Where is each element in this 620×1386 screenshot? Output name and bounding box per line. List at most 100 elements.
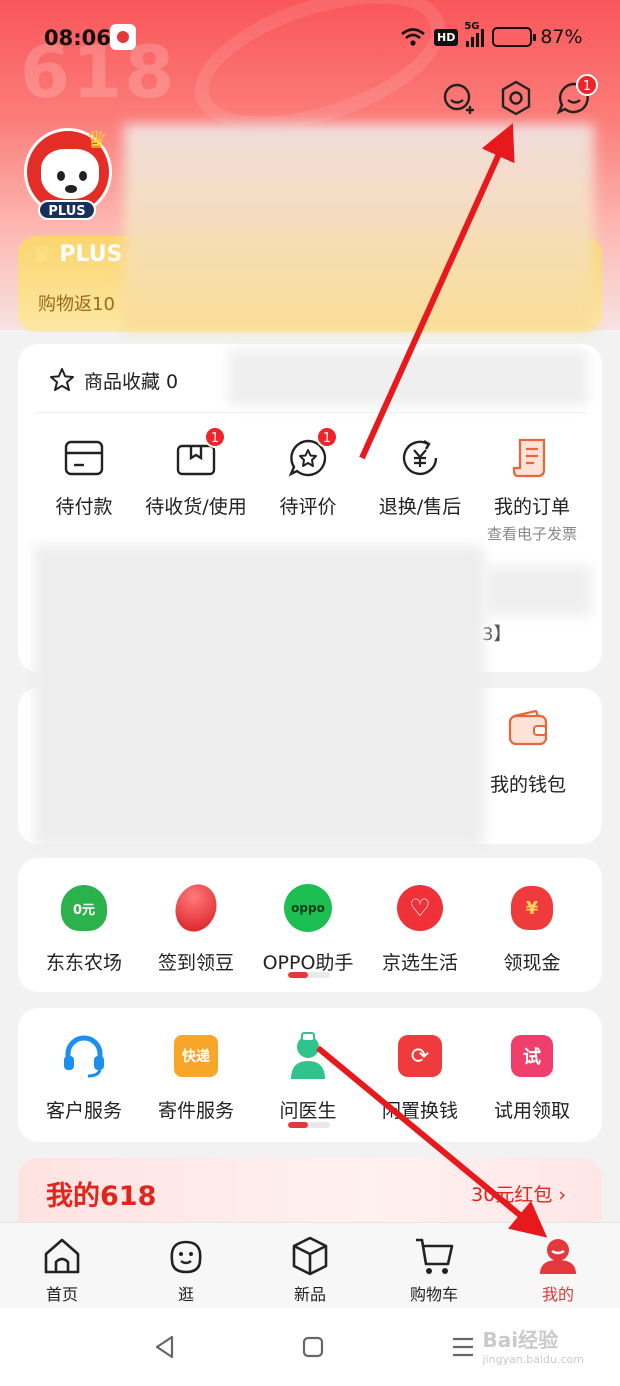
wifi-icon [401, 28, 425, 46]
services-row-1: 0元 东东农场 签到领豆 oppo OPPO助手 ♡ 京选生活 ¥ 领现金 [28, 878, 592, 975]
profile-icon [540, 1239, 576, 1274]
tab-label: 我的 [541, 1285, 574, 1304]
menu-icon[interactable] [450, 1336, 476, 1358]
messages-icon[interactable]: 1 [554, 74, 598, 118]
system-nav-bar: Bai经验 jingyan.baidu.com [0, 1308, 620, 1386]
service-label: 问医生 [279, 1100, 337, 1122]
doctor-icon [291, 1032, 325, 1079]
tab-cart[interactable]: 购物车 [372, 1223, 496, 1308]
service-label: 试用领取 [493, 1100, 570, 1122]
bean-icon [168, 878, 224, 938]
service-cash[interactable]: ¥ 领现金 [476, 880, 588, 975]
service-label: OPPO助手 [262, 952, 354, 974]
blurred-user-info [124, 124, 594, 330]
blurred-follow-stats [228, 350, 588, 406]
tab-label: 首页 [45, 1285, 78, 1304]
browse-icon [170, 1240, 202, 1274]
services-row-2: 客户服务 快递 寄件服务 问医生 ⟳ 闲置换钱 试 试用领取 [28, 1028, 592, 1123]
battery-percent: 87% [540, 26, 583, 48]
order-pending-review[interactable]: 1 待评价 [252, 426, 364, 544]
order-refund[interactable]: 退换/售后 [364, 430, 476, 544]
express-box-icon: 快递 [174, 1035, 218, 1077]
messages-badge: 1 [576, 74, 598, 96]
service-label: 闲置换钱 [381, 1100, 458, 1122]
network-type: 5G [464, 21, 480, 32]
service-label: 领现金 [503, 952, 561, 974]
my-618-title: 我的618 [46, 1181, 157, 1212]
refund-yen-icon [402, 439, 438, 476]
add-friend-icon[interactable] [440, 78, 480, 118]
wallet-card-icon [64, 440, 104, 476]
invoice-link[interactable]: 查看电子发票 [476, 523, 588, 544]
tab-label: 购物车 [409, 1285, 458, 1304]
my-618-section[interactable]: 我的618 30元红包 › [18, 1158, 602, 1228]
trial-icon: 试 [511, 1035, 553, 1077]
service-customer[interactable]: 客户服务 [28, 1028, 140, 1123]
order-label: 待评价 [279, 496, 337, 518]
status-bar: 08:06 HD 5G 87% [0, 0, 620, 76]
service-trial[interactable]: 试 试用领取 [476, 1028, 588, 1123]
battery-icon [492, 27, 537, 47]
order-pending-payment[interactable]: 待付款 [28, 430, 140, 544]
service-oppo[interactable]: oppo OPPO助手 [252, 880, 364, 975]
order-receipt-icon [512, 438, 546, 478]
order-label: 退换/售后 [378, 496, 462, 518]
heart-life-icon: ♡ [397, 885, 443, 931]
order-pending-receipt[interactable]: 1 待收货/使用 [140, 426, 252, 544]
order-all-orders[interactable]: 我的订单 查看电子发票 [476, 430, 588, 544]
tab-browse[interactable]: 逛 [124, 1223, 248, 1308]
hd-badge: HD [434, 28, 459, 46]
service-farm[interactable]: 0元 东东农场 [28, 880, 140, 975]
order-badge: 1 [316, 426, 338, 448]
plus-member-tag: PLUS [38, 200, 96, 220]
order-label: 待付款 [55, 496, 113, 518]
tab-new[interactable]: 新品 [248, 1223, 372, 1308]
card-divider [36, 412, 586, 413]
recycle-bag-icon: ⟳ [398, 1035, 442, 1077]
service-signin-bean[interactable]: 签到领豆 [140, 878, 252, 975]
tab-label: 逛 [177, 1285, 194, 1304]
oppo-icon: oppo [284, 884, 332, 932]
service-express[interactable]: 快递 寄件服务 [140, 1028, 252, 1123]
baidu-watermark: Bai经验 jingyan.baidu.com [482, 1328, 584, 1366]
red-packet-link[interactable]: 30元红包 › [471, 1180, 566, 1207]
status-time: 08:06 [44, 26, 111, 50]
favorites-label: 商品收藏 0 [84, 370, 179, 393]
tab-profile[interactable]: 我的 [496, 1223, 620, 1308]
back-icon[interactable] [152, 1334, 178, 1360]
blurred-assets [34, 546, 484, 846]
wallet-entry[interactable]: 我的钱包 [478, 708, 578, 797]
crown-icon: ♛ [86, 126, 108, 154]
services-pager-1 [288, 972, 330, 978]
favorites-entry[interactable]: 商品收藏 0 [48, 366, 178, 394]
service-jx-life[interactable]: ♡ 京选生活 [364, 880, 476, 975]
tab-label: 新品 [293, 1285, 326, 1304]
order-label: 待收货/使用 [145, 496, 247, 518]
service-idle-cash[interactable]: ⟳ 闲置换钱 [364, 1028, 476, 1123]
service-label: 签到领豆 [157, 952, 234, 974]
plus-card-subtitle: 购物返10 [38, 294, 115, 315]
wallet-label: 我的钱包 [489, 774, 566, 796]
blurred-promo [484, 566, 592, 616]
service-doctor[interactable]: 问医生 [252, 1028, 364, 1123]
blurred-suffix: 3】 [482, 624, 512, 645]
notification-app-icon [110, 24, 136, 50]
service-label: 寄件服务 [157, 1100, 234, 1122]
services-pager-2 [288, 1122, 330, 1128]
home-icon [44, 1238, 80, 1274]
bottom-tab-bar: 首页 逛 新品 购物车 我的 [0, 1222, 620, 1308]
tab-home[interactable]: 首页 [0, 1223, 124, 1308]
service-label: 京选生活 [381, 952, 458, 974]
cart-icon [416, 1238, 454, 1274]
service-label: 客户服务 [45, 1100, 122, 1122]
wallet-icon [508, 709, 548, 746]
home-square-icon[interactable] [300, 1334, 326, 1360]
signal-icon: 5G [464, 21, 485, 47]
star-icon [50, 368, 74, 391]
farm-tree-icon: 0元 [61, 885, 107, 931]
service-label: 东东农场 [45, 952, 122, 974]
settings-gear-icon[interactable] [496, 78, 536, 118]
order-label: 我的订单 [493, 496, 570, 518]
status-icons: HD 5G 87% [400, 21, 583, 48]
order-badge: 1 [204, 426, 226, 448]
